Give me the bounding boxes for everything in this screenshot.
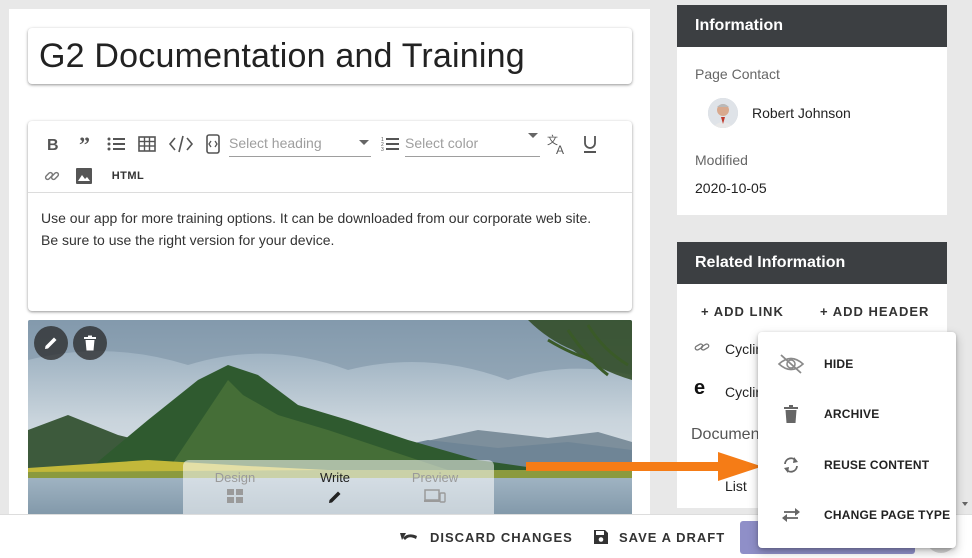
callout-arrow: [526, 452, 762, 481]
underline-icon[interactable]: [579, 132, 601, 156]
translate-icon[interactable]: 文A: [546, 132, 570, 156]
information-header: Information: [677, 5, 947, 47]
modified-value: 2020-10-05: [695, 180, 767, 196]
rich-text-editor: B ” Select heading 123 Select color 文 A …: [28, 121, 632, 311]
color-select-placeholder: Select color: [405, 135, 479, 151]
eye-off-icon: [777, 354, 805, 374]
svg-text:A: A: [556, 143, 564, 155]
pencil-icon: [329, 491, 341, 503]
bold-icon[interactable]: B: [42, 133, 64, 155]
html-button[interactable]: HTML: [108, 166, 148, 186]
menu-item-change-page-type[interactable]: CHANGE PAGE TYPE: [758, 490, 956, 540]
delete-image-button[interactable]: [73, 326, 107, 360]
swap-icon: [782, 508, 800, 522]
information-panel: Information Page Contact Robert Johnson …: [677, 5, 947, 215]
save-draft-label: SAVE A DRAFT: [619, 529, 726, 545]
undo-icon: [400, 533, 417, 540]
quote-icon[interactable]: ”: [74, 133, 96, 155]
trash-icon: [784, 405, 798, 423]
heading-select[interactable]: Select heading: [229, 131, 371, 157]
discard-changes-label: DISCARD CHANGES: [430, 529, 573, 545]
chevron-down-icon: [528, 133, 538, 138]
table-icon[interactable]: [136, 133, 158, 155]
mode-label: Preview: [411, 470, 459, 485]
mode-switcher: Design Write Preview: [183, 460, 494, 514]
mode-label: Write: [319, 470, 351, 485]
menu-item-label: HIDE: [824, 357, 854, 371]
editor-text-area[interactable]: Use our app for more training options. I…: [28, 193, 632, 265]
editor-paragraph-line: Use our app for more training options. I…: [41, 210, 592, 226]
link-icon[interactable]: [41, 166, 63, 186]
svg-text:”: ”: [79, 137, 90, 151]
editor-paragraph-line: Be sure to use the right version for you…: [41, 232, 335, 248]
context-menu: HIDE ARCHIVE REUSE CONTENT CHANGE PAGE T…: [758, 332, 956, 548]
add-header-button[interactable]: + ADD HEADER: [820, 304, 929, 319]
menu-item-hide[interactable]: HIDE: [758, 339, 956, 389]
devices-icon: [424, 489, 446, 503]
avatar[interactable]: [708, 98, 738, 128]
svg-text:B: B: [47, 137, 59, 152]
menu-item-label: REUSE CONTENT: [824, 458, 930, 472]
pencil-icon: [45, 337, 57, 349]
numbered-list-icon[interactable]: 123: [379, 133, 401, 155]
menu-item-archive[interactable]: ARCHIVE: [758, 389, 956, 439]
chevron-down-icon: [359, 140, 369, 145]
mode-design[interactable]: Design: [195, 470, 275, 503]
scroll-down-arrow[interactable]: [962, 502, 968, 506]
modified-label: Modified: [695, 152, 748, 168]
edge-browser-icon: e: [694, 377, 706, 399]
menu-item-label: CHANGE PAGE TYPE: [824, 508, 951, 522]
mode-label: Design: [214, 470, 256, 485]
hero-image-block[interactable]: Design Write Preview: [28, 320, 632, 514]
image-icon[interactable]: [73, 165, 95, 187]
save-icon: [594, 530, 608, 544]
related-information-header: Related Information: [677, 242, 947, 284]
refresh-icon: [784, 457, 798, 473]
page-title[interactable]: G2 Documentation and Training: [39, 36, 621, 76]
edit-image-button[interactable]: [34, 326, 68, 360]
code-block-icon[interactable]: [202, 133, 224, 155]
svg-text:3: 3: [381, 147, 384, 152]
page-title-card[interactable]: G2 Documentation and Training: [28, 28, 632, 84]
heading-select-placeholder: Select heading: [229, 135, 322, 151]
discard-changes-button[interactable]: DISCARD CHANGES: [400, 515, 573, 558]
page-contact-label: Page Contact: [695, 66, 780, 82]
save-draft-button[interactable]: SAVE A DRAFT: [593, 515, 725, 558]
menu-item-label: ARCHIVE: [824, 407, 880, 421]
trash-icon: [84, 335, 96, 351]
bullet-list-icon[interactable]: [105, 133, 127, 155]
code-icon[interactable]: [167, 132, 195, 156]
color-select[interactable]: Select color: [405, 131, 540, 157]
design-grid-icon: [227, 489, 243, 503]
main-content: G2 Documentation and Training B ” Select…: [9, 9, 650, 514]
mode-write[interactable]: Write: [295, 470, 375, 505]
page-contact-name[interactable]: Robert Johnson: [752, 105, 851, 121]
link-icon: [694, 340, 710, 359]
documents-section-label: Documen: [691, 426, 760, 443]
editor-toolbar: B ” Select heading 123 Select color 文 A …: [28, 121, 632, 193]
menu-item-reuse-content[interactable]: REUSE CONTENT: [758, 440, 956, 490]
mode-preview[interactable]: Preview: [395, 470, 475, 503]
add-link-button[interactable]: + ADD LINK: [701, 304, 784, 319]
